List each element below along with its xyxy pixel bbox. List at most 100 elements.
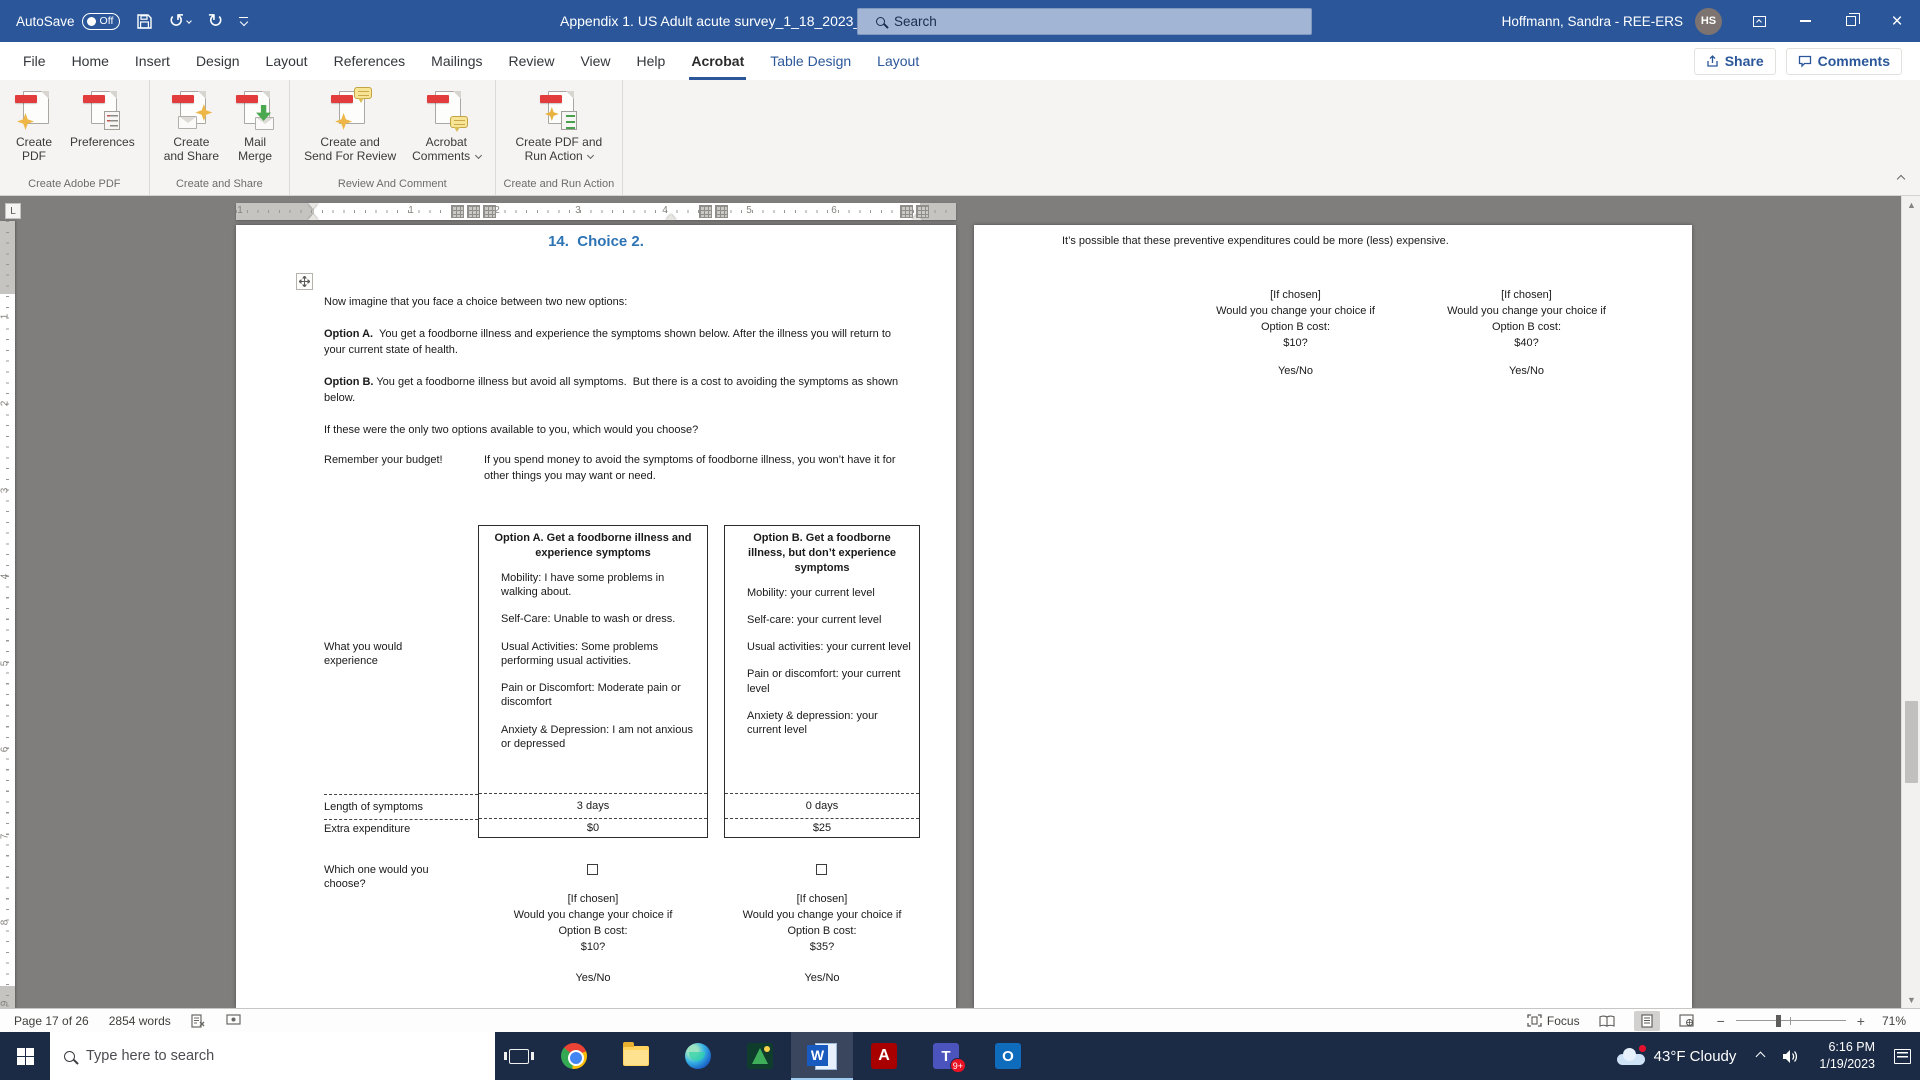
file-explorer-taskbar-button[interactable] [605, 1032, 667, 1080]
ribbon-button-mail-merge[interactable]: MailMerge [229, 88, 281, 166]
option-a-extra: $0 [479, 819, 707, 837]
tab-acrobat[interactable]: Acrobat [678, 42, 757, 80]
scroll-up-icon[interactable]: ▲ [1902, 196, 1920, 213]
tab-mailings[interactable]: Mailings [418, 42, 495, 80]
page-right[interactable]: It’s possible that these preventive expe… [974, 225, 1692, 1008]
tab-file[interactable]: File [10, 42, 59, 80]
page-indicator[interactable]: Page 17 of 26 [14, 1014, 89, 1028]
ribbon-button-preferences[interactable]: Preferences [64, 88, 141, 151]
green-app-taskbar-button[interactable] [729, 1032, 791, 1080]
word-count[interactable]: 2854 words [109, 1014, 171, 1028]
table-column-marker[interactable] [451, 205, 464, 218]
restore-button[interactable] [1828, 0, 1874, 42]
option-b-item: Usual activities: your current level [747, 640, 911, 654]
ruler-number: 2 [0, 401, 10, 407]
edge-icon [685, 1043, 711, 1069]
titlebar-right: Hoffmann, Sandra - REE-ERS HS × [1502, 0, 1920, 42]
ribbon-button-create-pdf-and-run-action[interactable]: Create PDF andRun Action [509, 88, 608, 166]
scroll-down-icon[interactable]: ▼ [1902, 991, 1920, 1008]
user-name[interactable]: Hoffmann, Sandra - REE-ERS [1502, 14, 1683, 29]
focus-button[interactable]: Focus [1527, 1014, 1580, 1028]
tab-selector[interactable]: L [5, 203, 21, 219]
hidden-icons-chevron[interactable] [1748, 1032, 1773, 1080]
teams-taskbar-button[interactable]: 9+ [915, 1032, 977, 1080]
tab-references[interactable]: References [321, 42, 419, 80]
tab-review[interactable]: Review [496, 42, 568, 80]
action-center-icon[interactable] [1885, 1032, 1920, 1080]
proofing-errors-icon[interactable] [191, 1014, 206, 1028]
tab-home[interactable]: Home [59, 42, 122, 80]
ribbon-button-create-pdf[interactable]: CreatePDF [8, 88, 60, 166]
task-view-taskbar-button[interactable] [495, 1032, 543, 1080]
option-a-checkbox[interactable] [587, 864, 598, 875]
weather-widget[interactable]: 43°F Cloudy [1605, 1032, 1749, 1080]
zoom-slider-thumb[interactable] [1776, 1015, 1781, 1027]
ribbon-button-create-and-send-for-review[interactable]: Create andSend For Review [298, 88, 402, 166]
chrome-taskbar-button[interactable] [543, 1032, 605, 1080]
autosave-pill[interactable]: Off [82, 13, 120, 30]
option-b-item: Mobility: your current level [747, 586, 911, 600]
share-button[interactable]: Share [1694, 48, 1776, 75]
print-layout-icon[interactable] [1634, 1011, 1660, 1031]
web-layout-icon[interactable] [1674, 1011, 1700, 1031]
table-column-marker[interactable] [715, 205, 728, 218]
start-button[interactable] [0, 1032, 50, 1080]
collapse-ribbon-icon[interactable] [1898, 169, 1904, 187]
option-b-checkbox[interactable] [816, 864, 827, 875]
scrollbar-thumb[interactable] [1905, 701, 1918, 783]
customize-qat-icon[interactable] [239, 17, 248, 26]
tab-help[interactable]: Help [624, 42, 679, 80]
option-a-item: Mobility: I have some problems in walkin… [501, 571, 699, 600]
avatar[interactable]: HS [1695, 8, 1722, 35]
minimize-button[interactable] [1782, 0, 1828, 42]
acrobat-taskbar-button[interactable] [853, 1032, 915, 1080]
table-column-marker[interactable] [916, 205, 929, 218]
choose-label: Which one would you choose? [324, 863, 464, 892]
ribbon-groups: CreatePDFPreferencesCreate Adobe PDFCrea… [0, 80, 1920, 195]
horizontal-ruler[interactable]: 11234567 [236, 203, 956, 220]
taskbar-search[interactable]: Type here to search [50, 1032, 495, 1080]
zoom-in-button[interactable]: + [1854, 1013, 1868, 1029]
zoom-slider[interactable] [1736, 1014, 1846, 1028]
save-icon[interactable] [136, 13, 153, 30]
hanging-indent-marker[interactable] [308, 214, 318, 220]
edge-taskbar-button[interactable] [667, 1032, 729, 1080]
table-column-marker[interactable] [467, 205, 480, 218]
tab-view[interactable]: View [567, 42, 623, 80]
share-icon [1706, 55, 1719, 68]
paragraph: If these were the only two options avail… [324, 423, 924, 439]
page-left[interactable]: 14. Choice 2. Now imagine that you face … [236, 225, 956, 1008]
comments-button[interactable]: Comments [1786, 48, 1902, 75]
undo-icon[interactable]: ↺ [169, 12, 192, 31]
ribbon-button-create-and-share[interactable]: Createand Share [158, 88, 225, 166]
redo-icon[interactable]: ↻ [207, 12, 223, 31]
read-mode-icon[interactable] [1594, 1011, 1620, 1031]
ribbon-display-options-icon[interactable] [1736, 0, 1782, 42]
tab-design[interactable]: Design [183, 42, 253, 80]
ribbon-button-acrobat-comments[interactable]: AcrobatComments [406, 88, 486, 166]
table-column-marker[interactable] [900, 205, 913, 218]
option-b-extra: $25 [725, 819, 919, 837]
table-column-marker[interactable] [483, 205, 496, 218]
ribbon-group-create-and-share: Createand ShareMailMergeCreate and Share [150, 80, 290, 195]
zoom-out-button[interactable]: − [1714, 1013, 1728, 1029]
option-b-items: Mobility: your current levelSelf-care: y… [725, 576, 919, 793]
tab-layout[interactable]: Layout [253, 42, 321, 80]
volume-icon[interactable] [1773, 1032, 1809, 1080]
run-action-icon [539, 90, 579, 130]
clock[interactable]: 6:16 PM 1/19/2023 [1809, 1039, 1885, 1073]
macro-record-icon[interactable] [226, 1014, 241, 1027]
first-line-indent-marker[interactable] [308, 203, 318, 209]
tab-insert[interactable]: Insert [122, 42, 183, 80]
word-taskbar-button[interactable] [791, 1032, 853, 1080]
autosave-toggle[interactable]: AutoSave Off [16, 13, 120, 30]
close-button[interactable]: × [1874, 0, 1920, 42]
tab-table-design[interactable]: Table Design [757, 42, 864, 80]
zoom-level[interactable]: 71% [1882, 1014, 1906, 1028]
table-move-handle[interactable] [296, 273, 313, 290]
table-column-marker[interactable] [699, 205, 712, 218]
search-box[interactable]: Search [857, 8, 1312, 35]
vertical-scrollbar[interactable]: ▲ ▼ [1901, 196, 1920, 1008]
outlook-taskbar-button[interactable] [977, 1032, 1039, 1080]
tab-layout-2[interactable]: Layout [864, 42, 932, 80]
